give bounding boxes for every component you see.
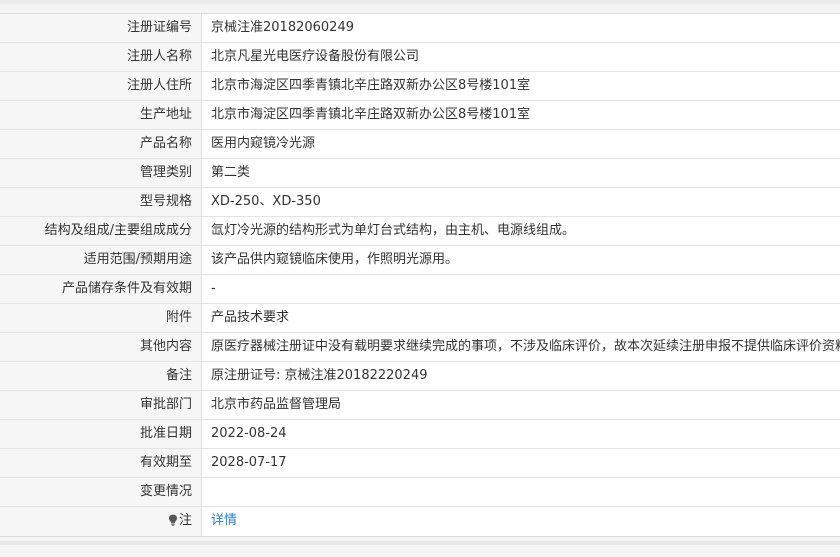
table-row-storage-validity: 产品储存条件及有效期 - (0, 275, 840, 304)
row-value: - (211, 281, 216, 296)
row-label: 产品名称 (0, 130, 202, 158)
table-row-model-spec: 型号规格 XD-250、XD-350 (0, 188, 840, 217)
table-row-change-status: 变更情况 (0, 478, 840, 507)
row-value: 原注册证号: 京械注准20182220249 (211, 368, 428, 383)
row-value: 原医疗器械注册证中没有载明要求继续完成的事项，不涉及临床评价，故本次延续注册申报… (211, 339, 840, 354)
bottom-divider (0, 541, 840, 545)
row-label: 生产地址 (0, 101, 202, 129)
row-value: 医用内窥镜冷光源 (211, 136, 316, 151)
row-label: 适用范围/预期用途 (0, 246, 202, 274)
table-row-attachment: 附件 产品技术要求 (0, 304, 840, 333)
row-value: 北京市海淀区四季青镇北辛庄路双新办公区8号楼101室 (211, 107, 531, 122)
table-row-registrant-name: 注册人名称 北京凡星光电医疗设备股份有限公司 (0, 43, 840, 72)
row-label: 审批部门 (0, 391, 202, 419)
row-value: 2028-07-17 (211, 455, 287, 470)
table-row-remarks: 备注 原注册证号: 京械注准20182220249 (0, 362, 840, 391)
row-label: 注册人住所 (0, 72, 202, 100)
row-label: 管理类别 (0, 159, 202, 187)
row-value (202, 478, 840, 506)
table-row-intended-use: 适用范围/预期用途 该产品供内窥镜临床使用，作照明光源用。 (0, 246, 840, 275)
row-label: 批准日期 (0, 420, 202, 448)
registration-info-table: 注册证编号 京械注准20182060249 注册人名称 北京凡星光电医疗设备股份… (0, 13, 840, 537)
lightbulb-icon (168, 514, 177, 526)
row-label: 备注 (0, 362, 202, 390)
table-row-registration-number: 注册证编号 京械注准20182060249 (0, 14, 840, 43)
row-label: 注册人名称 (0, 43, 202, 71)
row-value: 氙灯冷光源的结构形式为单灯台式结构，由主机、电源线组成。 (211, 223, 576, 238)
row-value: 2022-08-24 (211, 426, 287, 441)
page: 注册证编号 京械注准20182060249 注册人名称 北京凡星光电医疗设备股份… (0, 0, 840, 557)
table-row-valid-until: 有效期至 2028-07-17 (0, 449, 840, 478)
row-label: 型号规格 (0, 188, 202, 216)
row-value: 第二类 (211, 165, 251, 180)
details-link[interactable]: 详情 (211, 513, 237, 528)
row-label: 有效期至 (0, 449, 202, 477)
row-label: 变更情况 (0, 478, 202, 506)
row-value: 北京市药品监督管理局 (211, 397, 342, 412)
table-row-approval-date: 批准日期 2022-08-24 (0, 420, 840, 449)
table-row-registrant-address: 注册人住所 北京市海淀区四季青镇北辛庄路双新办公区8号楼101室 (0, 72, 840, 101)
row-value: 详情 (202, 507, 840, 536)
table-row-production-address: 生产地址 北京市海淀区四季青镇北辛庄路双新办公区8号楼101室 (0, 101, 840, 130)
table-row-approval-department: 审批部门 北京市药品监督管理局 (0, 391, 840, 420)
row-value: 该产品供内窥镜临床使用，作照明光源用。 (211, 252, 459, 267)
row-label: 结构及组成/主要组成成分 (0, 217, 202, 245)
table-row-note: 注 详情 (0, 507, 840, 536)
row-label: 注册证编号 (0, 14, 202, 42)
row-label: 产品储存条件及有效期 (0, 275, 202, 303)
row-value: 北京凡星光电医疗设备股份有限公司 (211, 49, 420, 64)
table-row-other-content: 其他内容 原医疗器械注册证中没有载明要求继续完成的事项，不涉及临床评价，故本次延… (0, 333, 840, 362)
row-label: 附件 (0, 304, 202, 332)
table-row-structure-composition: 结构及组成/主要组成成分 氙灯冷光源的结构形式为单灯台式结构，由主机、电源线组成… (0, 217, 840, 246)
row-value: 产品技术要求 (211, 310, 290, 325)
table-row-management-category: 管理类别 第二类 (0, 159, 840, 188)
table-row-product-name: 产品名称 医用内窥镜冷光源 (0, 130, 840, 159)
row-label: 其他内容 (0, 333, 202, 361)
row-label: 注 (0, 507, 202, 536)
row-value: XD-250、XD-350 (211, 194, 321, 209)
note-label: 注 (178, 513, 192, 528)
row-value: 北京市海淀区四季青镇北辛庄路双新办公区8号楼101室 (211, 78, 531, 93)
top-divider (0, 0, 840, 4)
row-value: 京械注准20182060249 (211, 20, 354, 35)
